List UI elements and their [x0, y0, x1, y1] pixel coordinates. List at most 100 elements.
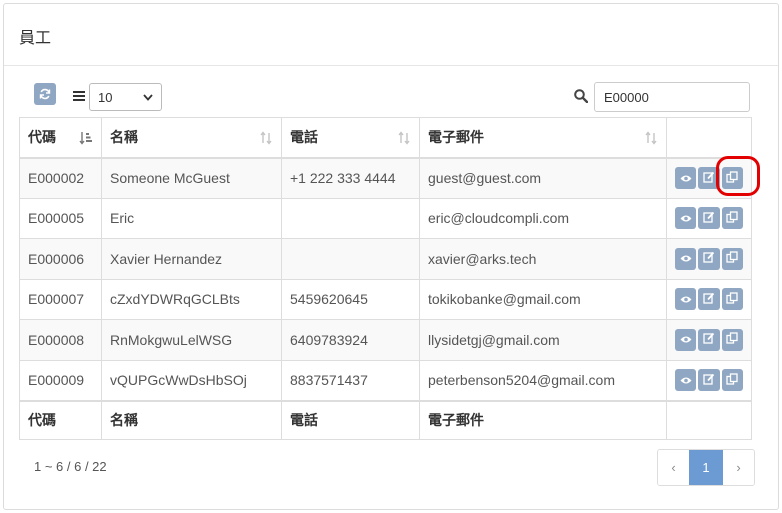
table-row: E000005 Eric eric@cloudcompli.com: [19, 197, 752, 239]
edit-icon: [703, 211, 715, 226]
cell-name: Eric: [101, 197, 282, 239]
cell-email: tokikobanke@gmail.com: [419, 278, 667, 320]
employee-panel: 員工 10 E00000 代碼 名稱 電話 電子郵件 E000002 Someo…: [3, 3, 779, 510]
eye-icon: [680, 292, 692, 307]
edit-button[interactable]: [698, 247, 720, 270]
view-button[interactable]: [675, 328, 697, 351]
column-header-actions: [666, 117, 752, 159]
cell-actions: [666, 319, 752, 361]
cell-email: eric@cloudcompli.com: [419, 197, 667, 239]
eye-icon: [680, 211, 692, 226]
copy-icon: [726, 251, 738, 266]
table-body: E000002 Someone McGuest +1 222 333 4444 gue…: [19, 157, 752, 401]
copy-button[interactable]: [721, 328, 743, 351]
cell-email: xavier@arks.tech: [419, 238, 667, 280]
cell-name: Xavier Hernandez: [101, 238, 282, 280]
panel-title: 員工: [4, 4, 778, 66]
eye-icon: [680, 251, 692, 266]
eye-icon: [680, 332, 692, 347]
table-row: E000008 RnMokgwuLelWSG 6409783924 llysidetg…: [19, 319, 752, 361]
copy-icon: [726, 332, 738, 347]
view-button[interactable]: [675, 369, 697, 391]
table-footer-row: 代碼 名稱 電話 電子郵件: [19, 399, 752, 440]
copy-icon: [726, 292, 738, 307]
footer-code: 代碼: [19, 399, 102, 440]
table-row: E000009 vQUPGcWwDsHbSOj 8837571437 peterben…: [19, 359, 752, 401]
cell-email: peterbenson5204@gmail.com: [419, 359, 667, 401]
refresh-button[interactable]: [34, 83, 56, 105]
page-size-select[interactable]: 10: [89, 83, 162, 111]
cell-phone: +1 222 333 4444: [281, 157, 420, 199]
cell-code: E000002: [19, 157, 102, 199]
next-page-button[interactable]: ›: [723, 450, 754, 485]
footer-actions: [666, 399, 752, 440]
cell-actions: [666, 157, 752, 199]
cell-email: llysidetgj@gmail.com: [419, 319, 667, 361]
copy-button[interactable]: [721, 207, 743, 230]
view-button[interactable]: [675, 247, 697, 270]
copy-button[interactable]: [721, 369, 743, 391]
sort-icon: [398, 131, 410, 145]
cell-email: guest@guest.com: [419, 157, 667, 199]
edit-button[interactable]: [698, 167, 720, 189]
sort-icon: [645, 131, 657, 145]
table-row: E000002 Someone McGuest +1 222 333 4444 gue…: [19, 157, 752, 199]
prev-page-button[interactable]: ‹: [658, 450, 689, 485]
list-menu-icon: [73, 91, 85, 101]
eye-icon: [680, 373, 692, 388]
page-1-button[interactable]: 1: [689, 450, 723, 485]
table-row: E000007 cZxdYDWRqGCLBts 5459620645 tokikoba…: [19, 278, 752, 320]
cell-phone: 8837571437: [281, 359, 420, 401]
edit-icon: [703, 171, 715, 186]
column-header-code[interactable]: 代碼: [19, 117, 102, 159]
cell-actions: [666, 197, 752, 239]
copy-button[interactable]: [721, 247, 743, 270]
edit-button[interactable]: [698, 288, 720, 311]
copy-icon: [726, 372, 738, 388]
view-button[interactable]: [675, 207, 697, 230]
sort-icon: [260, 131, 272, 145]
column-header-name[interactable]: 名稱: [101, 117, 282, 159]
copy-icon: [726, 170, 738, 186]
table-header-row: 代碼 名稱 電話 電子郵件: [19, 117, 752, 159]
search-icon: [574, 89, 588, 103]
toolbar: 10: [4, 66, 778, 118]
cell-phone: 6409783924: [281, 319, 420, 361]
edit-icon: [703, 373, 715, 388]
edit-button[interactable]: [698, 207, 720, 230]
copy-button[interactable]: [721, 288, 743, 311]
cell-code: E000005: [19, 197, 102, 239]
pagination-summary: 1 ~ 6 / 6 / 22: [34, 459, 107, 474]
cell-name: vQUPGcWwDsHbSOj: [101, 359, 282, 401]
cell-actions: [666, 359, 752, 401]
cell-code: E000008: [19, 319, 102, 361]
cell-phone: [281, 238, 420, 280]
search-input[interactable]: [594, 82, 750, 112]
footer-phone: 電話: [281, 399, 420, 440]
footer-name: 名稱: [101, 399, 282, 440]
edit-icon: [703, 332, 715, 347]
sort-ascending-icon: [79, 132, 92, 145]
cell-code: E000009: [19, 359, 102, 401]
employee-table: 代碼 名稱 電話 電子郵件 E000002 Someone McGuest +1…: [19, 117, 752, 440]
cell-actions: [666, 278, 752, 320]
view-button[interactable]: [675, 167, 697, 189]
cell-name: RnMokgwuLelWSG: [101, 319, 282, 361]
cell-phone: [281, 197, 420, 239]
footer-email: 電子郵件: [419, 399, 667, 440]
edit-icon: [703, 251, 715, 266]
edit-icon: [703, 292, 715, 307]
copy-button[interactable]: [721, 167, 743, 189]
refresh-icon: [39, 88, 51, 100]
cell-code: E000006: [19, 238, 102, 280]
edit-button[interactable]: [698, 328, 720, 351]
column-header-phone[interactable]: 電話: [281, 117, 420, 159]
view-button[interactable]: [675, 288, 697, 311]
pagination: ‹ 1 ›: [657, 449, 755, 486]
table-row: E000006 Xavier Hernandez xavier@arks.tech: [19, 238, 752, 280]
column-header-email[interactable]: 電子郵件: [419, 117, 667, 159]
edit-button[interactable]: [698, 369, 720, 391]
cell-name: cZxdYDWRqGCLBts: [101, 278, 282, 320]
cell-code: E000007: [19, 278, 102, 320]
chevron-down-icon: [143, 93, 153, 101]
